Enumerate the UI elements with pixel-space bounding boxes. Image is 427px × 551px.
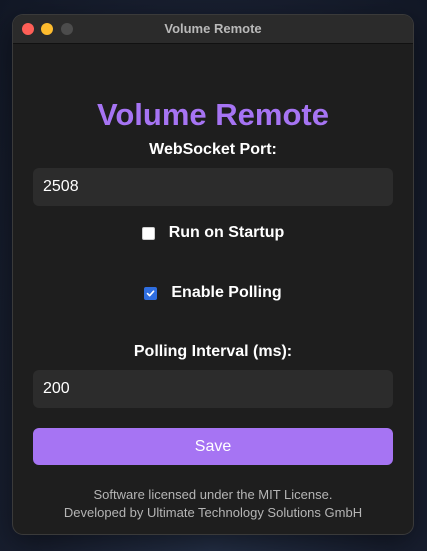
enable-polling-row[interactable]: Enable Polling [13, 283, 413, 303]
enable-polling-checkbox[interactable] [144, 286, 158, 300]
title-bar[interactable]: Volume Remote [13, 15, 413, 44]
developer-text: Developed by Ultimate Technology Solutio… [63, 505, 363, 520]
app-heading: Volume Remote [97, 97, 329, 132]
checkmark-icon [147, 289, 155, 296]
app-window: Volume Remote Volume Remote WebSocket Po… [13, 15, 413, 534]
license-text: Software licensed under the MIT License. [93, 487, 333, 502]
websocket-port-label: WebSocket Port: [149, 141, 277, 158]
save-button[interactable]: Save [33, 428, 393, 465]
polling-interval-label: Polling Interval (ms): [133, 343, 293, 360]
websocket-port-input[interactable] [33, 168, 393, 206]
enable-polling-label[interactable]: Enable Polling [171, 284, 281, 302]
run-on-startup-checkbox[interactable] [141, 226, 155, 240]
window-title: Volume Remote [164, 21, 262, 36]
run-on-startup-row[interactable]: Run on Startup [13, 223, 413, 243]
polling-interval-input[interactable] [33, 370, 393, 408]
run-on-startup-label[interactable]: Run on Startup [169, 224, 285, 242]
